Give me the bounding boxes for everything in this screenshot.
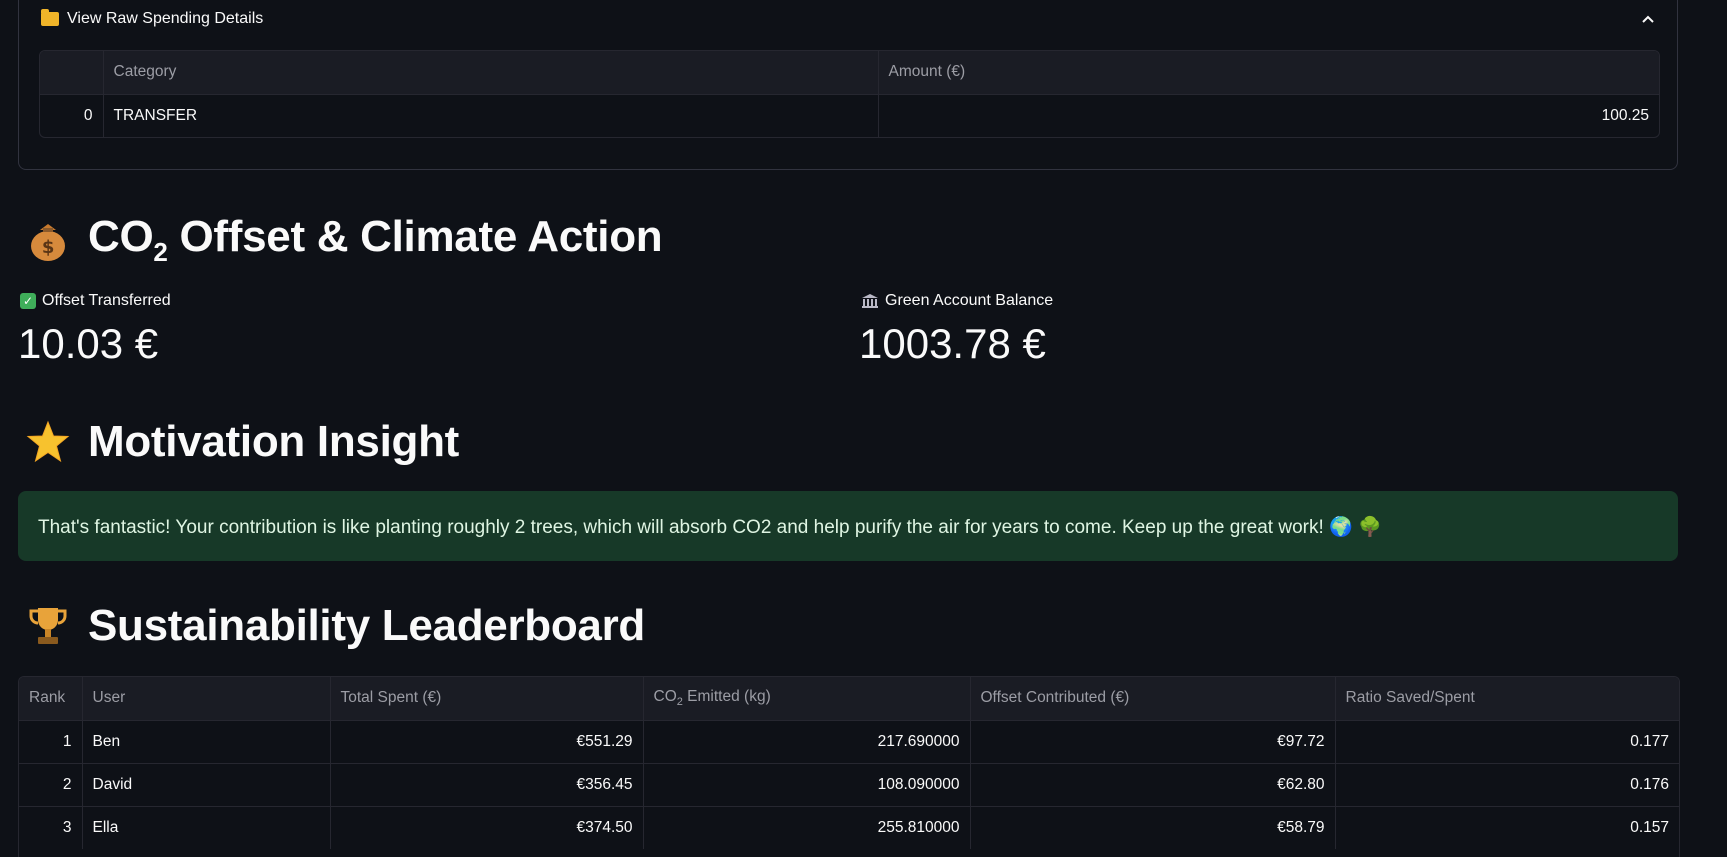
- star-icon: [26, 420, 70, 463]
- total-spent-header[interactable]: Total Spent (€): [330, 677, 644, 721]
- expander-header[interactable]: View Raw Spending Details: [41, 9, 264, 28]
- rank-cell: 3: [19, 806, 83, 849]
- user-cell[interactable]: Ben: [82, 720, 331, 764]
- trophy-icon: [29, 608, 67, 644]
- table-header-row: Category Amount (€): [40, 51, 1659, 95]
- offset-transferred-label: ✓ Offset Transferred: [20, 292, 171, 310]
- amount-cell[interactable]: 100.25: [878, 94, 1659, 137]
- money-bag-icon: $: [31, 223, 65, 261]
- row-index: 0: [40, 94, 104, 137]
- folder-icon: [41, 9, 59, 26]
- check-icon: ✓: [20, 293, 36, 309]
- user-header[interactable]: User: [82, 677, 331, 721]
- bank-icon: [862, 294, 878, 308]
- expander-title: View Raw Spending Details: [67, 10, 264, 27]
- rank-cell: 1: [19, 720, 83, 764]
- leaderboard-table[interactable]: Rank User Total Spent (€) CO2 Emitted (k…: [18, 676, 1680, 857]
- offset-transferred-value: 10.03 €: [18, 320, 159, 367]
- offset-section-title: $ CO2 Offset & Climate Action: [24, 212, 663, 268]
- offset-cell[interactable]: €62.80: [970, 763, 1336, 807]
- co2-cell[interactable]: 108.090000: [643, 763, 971, 807]
- user-cell[interactable]: David: [82, 763, 331, 807]
- raw-spending-expander: View Raw Spending Details Category Amoun…: [18, 0, 1678, 170]
- table-row[interactable]: 3 Ella €374.50 255.810000 €58.79 0.157: [19, 806, 1679, 849]
- ratio-cell[interactable]: 0.177: [1335, 720, 1679, 764]
- raw-spending-table[interactable]: Category Amount (€) 0 TRANSFER 100.25: [39, 50, 1660, 138]
- motivation-section-title: Motivation Insight: [24, 417, 459, 467]
- index-header: [40, 51, 104, 95]
- offset-cell[interactable]: €97.72: [970, 720, 1336, 764]
- amount-header[interactable]: Amount (€): [878, 51, 1659, 95]
- chevron-up-icon[interactable]: [1641, 12, 1655, 26]
- user-cell[interactable]: Ella: [82, 806, 331, 849]
- total-spent-cell[interactable]: €356.45: [330, 763, 644, 807]
- table-header-row: Rank User Total Spent (€) CO2 Emitted (k…: [19, 677, 1679, 721]
- green-balance-label: Green Account Balance: [861, 292, 1053, 310]
- category-header[interactable]: Category: [103, 51, 879, 95]
- total-spent-cell[interactable]: €551.29: [330, 720, 644, 764]
- offset-header[interactable]: Offset Contributed (€): [970, 677, 1336, 721]
- svg-text:$: $: [42, 237, 54, 258]
- co2-emitted-header[interactable]: CO2 Emitted (kg): [643, 677, 971, 721]
- table-row[interactable]: 0 TRANSFER 100.25: [40, 94, 1659, 137]
- table-row[interactable]: 2 David €356.45 108.090000 €62.80 0.176: [19, 763, 1679, 807]
- category-cell[interactable]: TRANSFER: [103, 94, 879, 137]
- rank-header[interactable]: Rank: [19, 677, 83, 721]
- ratio-header[interactable]: Ratio Saved/Spent: [1335, 677, 1679, 721]
- offset-cell[interactable]: €58.79: [970, 806, 1336, 849]
- leaderboard-section-title: Sustainability Leaderboard: [24, 601, 645, 651]
- table-row[interactable]: 1 Ben €551.29 217.690000 €97.72 0.177: [19, 720, 1679, 764]
- ratio-cell[interactable]: 0.176: [1335, 763, 1679, 807]
- co2-cell[interactable]: 255.810000: [643, 806, 971, 849]
- ratio-cell[interactable]: 0.157: [1335, 806, 1679, 849]
- rank-cell: 2: [19, 763, 83, 807]
- motivation-alert: That's fantastic! Your contribution is l…: [18, 491, 1678, 561]
- green-balance-value: 1003.78 €: [859, 320, 1046, 367]
- total-spent-cell[interactable]: €374.50: [330, 806, 644, 849]
- co2-cell[interactable]: 217.690000: [643, 720, 971, 764]
